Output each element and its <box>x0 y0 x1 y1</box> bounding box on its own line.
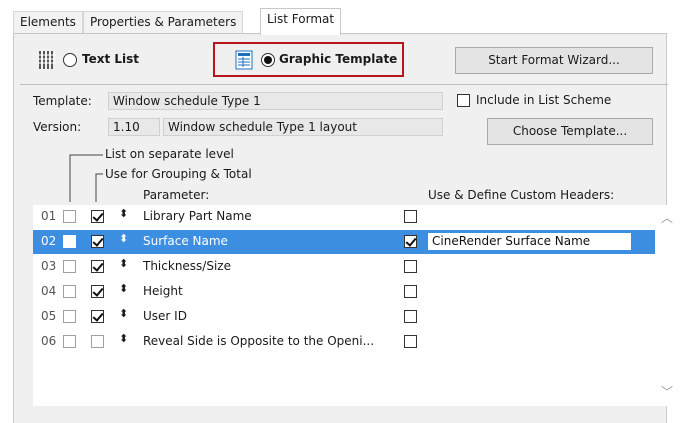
list-item-selected[interactable]: 02 ⬍ Surface Name CineRender Surface Nam… <box>33 230 655 254</box>
grouping-checkbox[interactable] <box>91 260 104 273</box>
tab-list-format[interactable]: List Format <box>260 8 342 35</box>
template-label: Template: <box>33 94 92 108</box>
use-for-grouping-total-label: Use for Grouping & Total <box>105 167 252 181</box>
include-in-list-scheme-checkbox[interactable] <box>457 94 470 107</box>
custom-header-input[interactable]: CineRender Surface Name <box>427 232 632 251</box>
sort-arrows-icon[interactable]: ⬍ <box>119 207 128 220</box>
row-number: 01 <box>41 209 57 223</box>
list-item[interactable]: 06 ⬍ Reveal Side is Opposite to the Open… <box>33 330 655 354</box>
list-item[interactable]: 05 ⬍ User ID <box>33 305 655 329</box>
tab-elements[interactable]: Elements <box>13 11 83 33</box>
grouping-checkbox[interactable] <box>91 310 104 323</box>
row-number: 02 <box>41 234 57 248</box>
grouping-checkbox[interactable] <box>91 285 104 298</box>
custom-header-checkbox[interactable] <box>404 235 417 248</box>
parameter-header: Parameter: <box>143 188 210 202</box>
graphic-template-radio[interactable] <box>261 53 275 67</box>
sort-arrows-icon[interactable]: ⬍ <box>119 257 128 270</box>
version-field: 1.10 <box>108 118 160 136</box>
tab-properties-parameters[interactable]: Properties & Parameters <box>83 11 244 33</box>
list-item[interactable]: 03 ⬍ Thickness/Size <box>33 255 655 279</box>
custom-headers-header: Use & Define Custom Headers: <box>428 188 615 202</box>
sort-arrows-icon[interactable]: ⬍ <box>119 307 128 320</box>
separate-level-checkbox[interactable] <box>63 335 76 348</box>
sort-arrows-icon[interactable]: ⬍ <box>119 282 128 295</box>
parameter-name: User ID <box>143 309 187 323</box>
graphic-template-icon <box>235 50 253 70</box>
parameter-name: Thickness/Size <box>143 259 231 273</box>
version-label: Version: <box>33 120 82 134</box>
text-list-icon <box>38 50 56 70</box>
scroll-down-icon[interactable]: ﹀ <box>661 383 673 400</box>
separate-level-checkbox[interactable] <box>63 310 76 323</box>
custom-header-checkbox[interactable] <box>404 335 417 348</box>
divider <box>20 84 668 85</box>
parameter-name: Surface Name <box>143 234 228 248</box>
grouping-checkbox[interactable] <box>91 335 104 348</box>
custom-header-checkbox[interactable] <box>404 310 417 323</box>
separate-level-checkbox[interactable] <box>63 235 76 248</box>
sort-arrows-icon[interactable]: ⬍ <box>119 332 128 345</box>
separate-level-checkbox[interactable] <box>63 210 76 223</box>
parameter-list[interactable]: 01 ⬍ Library Part Name 02 ⬍ Surface Name… <box>33 205 673 406</box>
start-format-wizard-button[interactable]: Start Format Wizard... <box>455 47 653 74</box>
row-number: 05 <box>41 309 57 323</box>
text-list-label[interactable]: Text List <box>82 52 139 66</box>
list-item[interactable]: 04 ⬍ Height <box>33 280 655 304</box>
custom-header-checkbox[interactable] <box>404 210 417 223</box>
row-number: 06 <box>41 334 57 348</box>
separate-level-checkbox[interactable] <box>63 260 76 273</box>
custom-header-checkbox[interactable] <box>404 260 417 273</box>
choose-template-button[interactable]: Choose Template... <box>487 118 653 145</box>
parameter-name: Reveal Side is Opposite to the Openi... <box>143 334 375 348</box>
list-item[interactable]: 01 ⬍ Library Part Name <box>33 205 655 229</box>
include-in-list-scheme-label[interactable]: Include in List Scheme <box>476 93 611 107</box>
template-name-field: Window schedule Type 1 <box>108 92 443 110</box>
grouping-checkbox[interactable] <box>91 210 104 223</box>
text-list-radio[interactable] <box>63 53 77 67</box>
graphic-template-label[interactable]: Graphic Template <box>279 52 397 66</box>
list-on-separate-level-label: List on separate level <box>105 147 234 161</box>
separate-level-checkbox[interactable] <box>63 285 76 298</box>
scroll-up-icon[interactable]: ︿ <box>661 209 673 226</box>
grouping-checkbox[interactable] <box>91 235 104 248</box>
row-number: 03 <box>41 259 57 273</box>
parameter-name: Height <box>143 284 183 298</box>
parameter-name: Library Part Name <box>143 209 252 223</box>
version-description-field: Window schedule Type 1 layout <box>163 118 443 136</box>
row-number: 04 <box>41 284 57 298</box>
custom-header-checkbox[interactable] <box>404 285 417 298</box>
tab-bar: Elements Properties & Parameters List Fo… <box>13 8 668 35</box>
sort-arrows-icon[interactable]: ⬍ <box>119 232 128 245</box>
